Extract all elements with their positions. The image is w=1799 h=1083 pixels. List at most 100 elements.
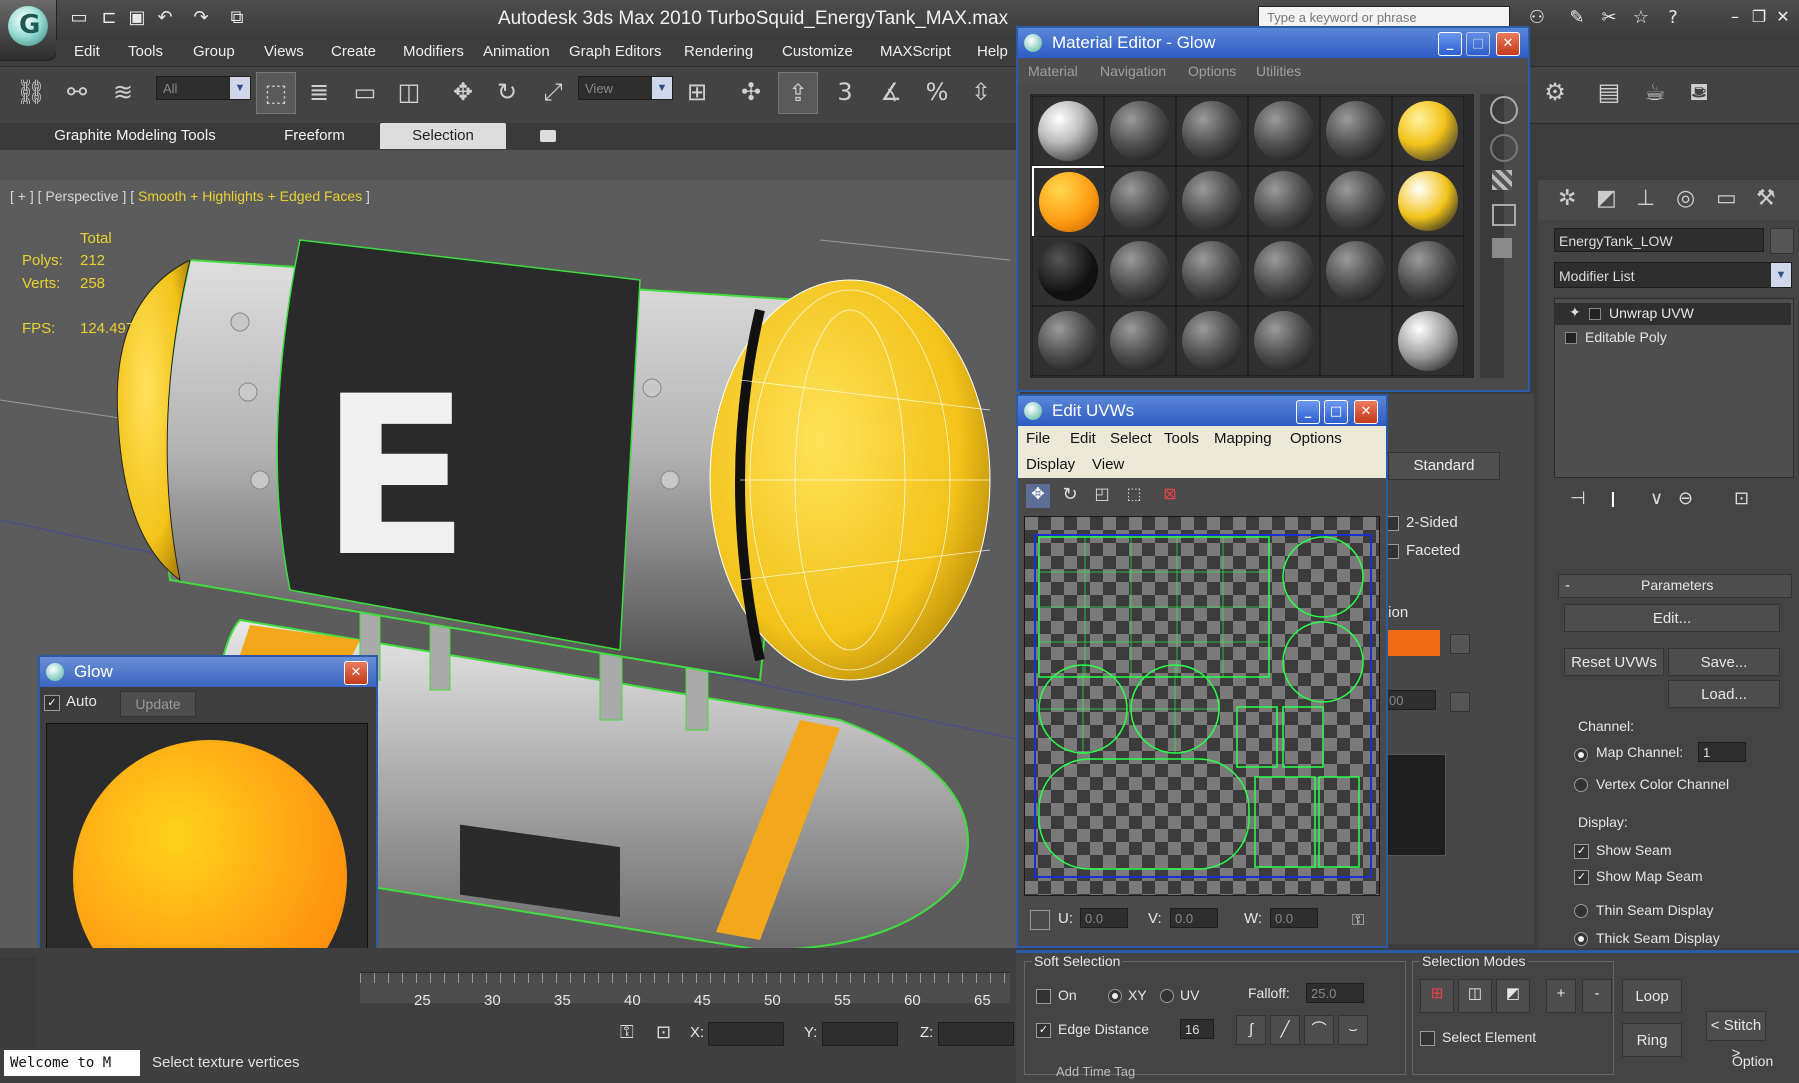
configure-modifier-sets-icon[interactable]: ⊡ — [1734, 488, 1749, 509]
add-time-tag[interactable]: Add Time Tag — [1016, 1064, 1576, 1080]
select-and-move-icon[interactable]: ✥ — [444, 72, 482, 112]
mini-curve-editor-toggle[interactable] — [0, 958, 36, 1048]
minimize-icon[interactable]: _ — [1438, 32, 1462, 56]
self-illumination-color-swatch[interactable] — [1384, 630, 1440, 656]
xy-radio[interactable] — [1108, 989, 1122, 1003]
menu-navigation[interactable]: Navigation — [1100, 58, 1166, 84]
render-setup-icon[interactable]: ⚙ — [1536, 72, 1574, 112]
menu-group[interactable]: Group — [193, 43, 235, 60]
glow-titlebar[interactable]: Glow — [40, 657, 376, 687]
menu-mapping[interactable]: Mapping — [1214, 430, 1272, 447]
menu-customize[interactable]: Customize — [782, 43, 853, 60]
select-and-rotate-icon[interactable]: ↻ — [488, 72, 526, 112]
menu-view[interactable]: View — [1092, 456, 1124, 473]
utilities-tab-icon[interactable]: ⚒ — [1756, 186, 1776, 211]
sample-slot[interactable] — [1392, 166, 1464, 236]
open-file-icon[interactable]: ⊏ — [98, 8, 120, 28]
sample-slot[interactable] — [1248, 166, 1320, 236]
map-button[interactable] — [1450, 634, 1470, 654]
menu-material[interactable]: Material — [1028, 58, 1078, 84]
tab-graphite-modeling-tools[interactable]: Graphite Modeling Tools — [40, 123, 230, 149]
sample-slot-empty[interactable] — [1320, 306, 1392, 376]
edit-button[interactable]: Edit... — [1564, 604, 1780, 632]
reference-coordinate-dropdown[interactable]: View ▼ — [578, 76, 673, 100]
stack-item-editable-poly[interactable]: Editable Poly — [1555, 327, 1791, 349]
hierarchy-tab-icon[interactable]: ⊥ — [1636, 186, 1655, 211]
new-file-icon[interactable]: ▭ — [68, 8, 90, 28]
auto-checkbox[interactable]: ✓ — [44, 695, 60, 711]
menu-rendering[interactable]: Rendering — [684, 43, 753, 60]
sample-slot[interactable] — [1248, 306, 1320, 376]
sample-slot[interactable] — [1104, 236, 1176, 306]
render-production-icon[interactable]: ☕ — [1636, 72, 1674, 112]
lock-selection-icon[interactable] — [1030, 910, 1050, 930]
backlight-icon[interactable] — [1490, 134, 1518, 162]
z-coordinate-field[interactable] — [938, 1022, 1014, 1046]
ring-button[interactable]: Ring — [1622, 1023, 1682, 1057]
material-type-button[interactable]: Standard — [1388, 452, 1500, 480]
menu-select[interactable]: Select — [1110, 430, 1152, 447]
video-color-check-icon[interactable] — [1492, 238, 1512, 258]
binoculars-icon[interactable]: ⚇ — [1526, 8, 1548, 28]
vertex-mode-icon[interactable]: ⊞ — [1420, 979, 1454, 1013]
lock-icon[interactable]: ⚿ — [620, 1022, 634, 1043]
scale-icon[interactable]: ◰ — [1090, 484, 1114, 508]
menu-maxscript[interactable]: MAXScript — [880, 43, 951, 60]
load-button[interactable]: Load... — [1668, 680, 1780, 708]
select-and-manipulate-icon[interactable]: ✣ — [732, 72, 770, 112]
mirror-icon[interactable]: ⊠ — [1158, 484, 1182, 508]
sample-slot[interactable] — [1104, 96, 1176, 166]
select-by-name-icon[interactable]: ≣ — [300, 72, 338, 112]
pivot-center-icon[interactable]: ⊞ — [678, 72, 716, 112]
menu-edit[interactable]: Edit — [1070, 430, 1096, 447]
menu-help[interactable]: Help — [977, 43, 1008, 60]
angle-snap-icon[interactable]: ∡ — [872, 72, 910, 112]
shrink-selection-icon[interactable]: - — [1582, 979, 1612, 1013]
loop-button[interactable]: Loop — [1622, 979, 1682, 1013]
expand-icon[interactable] — [1565, 332, 1577, 344]
opacity-spinner[interactable]: 00 — [1384, 690, 1436, 710]
minimize-icon[interactable]: _ — [1296, 400, 1320, 424]
viewport-shading-mode[interactable]: Smooth + Highlights + Edged Faces — [134, 188, 366, 204]
ribbon-options-icon[interactable] — [540, 130, 556, 142]
selection-filter-dropdown[interactable]: All ▼ — [156, 76, 251, 100]
sample-slot[interactable] — [1176, 96, 1248, 166]
select-and-scale-icon[interactable]: ⤢ — [534, 72, 572, 112]
parameters-rollout-header[interactable]: - Parameters — [1558, 574, 1792, 598]
menu-utilities[interactable]: Utilities — [1256, 58, 1301, 84]
search-input[interactable]: Type a keyword or phrase — [1258, 6, 1510, 28]
menu-display[interactable]: Display — [1026, 456, 1075, 473]
falloff-slow-out-icon[interactable]: ⌒ — [1304, 1015, 1334, 1045]
tab-freeform[interactable]: Freeform — [262, 123, 367, 149]
rendered-frame-window-icon[interactable]: ▤ — [1590, 72, 1628, 112]
close-icon[interactable]: ✕ — [344, 661, 368, 685]
sample-slot[interactable] — [1320, 96, 1392, 166]
sample-slot[interactable] — [1176, 306, 1248, 376]
sample-slot[interactable] — [1032, 236, 1104, 306]
x-coordinate-field[interactable] — [708, 1022, 784, 1046]
v-coordinate-field[interactable]: 0.0 — [1170, 908, 1218, 928]
map-button[interactable] — [1450, 692, 1470, 712]
lightbulb-icon[interactable]: ✦ — [1569, 305, 1581, 321]
sample-slot[interactable] — [1248, 236, 1320, 306]
uv-editor-canvas[interactable] — [1024, 516, 1380, 896]
falloff-fast-out-icon[interactable]: ⌣ — [1338, 1015, 1368, 1045]
bind-space-warp-icon[interactable]: ≋ — [104, 72, 142, 112]
sample-slot[interactable] — [1392, 236, 1464, 306]
sample-slot[interactable] — [1104, 166, 1176, 236]
pin-icon[interactable]: ✂ — [1598, 8, 1620, 28]
uv-radio[interactable] — [1160, 989, 1174, 1003]
menu-create[interactable]: Create — [331, 43, 376, 60]
thick-seam-radio[interactable] — [1574, 932, 1588, 946]
maximize-icon[interactable]: □ — [1324, 400, 1348, 424]
select-element-checkbox[interactable] — [1420, 1031, 1435, 1046]
select-and-link-icon[interactable]: ⛓ — [12, 72, 50, 112]
sample-slot[interactable] — [1176, 166, 1248, 236]
sample-type-icon[interactable] — [1490, 96, 1518, 124]
soft-selection-on-checkbox[interactable] — [1036, 989, 1051, 1004]
minimize-window-button[interactable]: – — [1724, 6, 1746, 28]
menu-file[interactable]: File — [1026, 430, 1050, 447]
menu-options[interactable]: Options — [1290, 430, 1342, 447]
unlink-icon[interactable]: ⚯ — [58, 72, 96, 112]
edge-distance-spinner[interactable]: 16 — [1180, 1019, 1214, 1039]
